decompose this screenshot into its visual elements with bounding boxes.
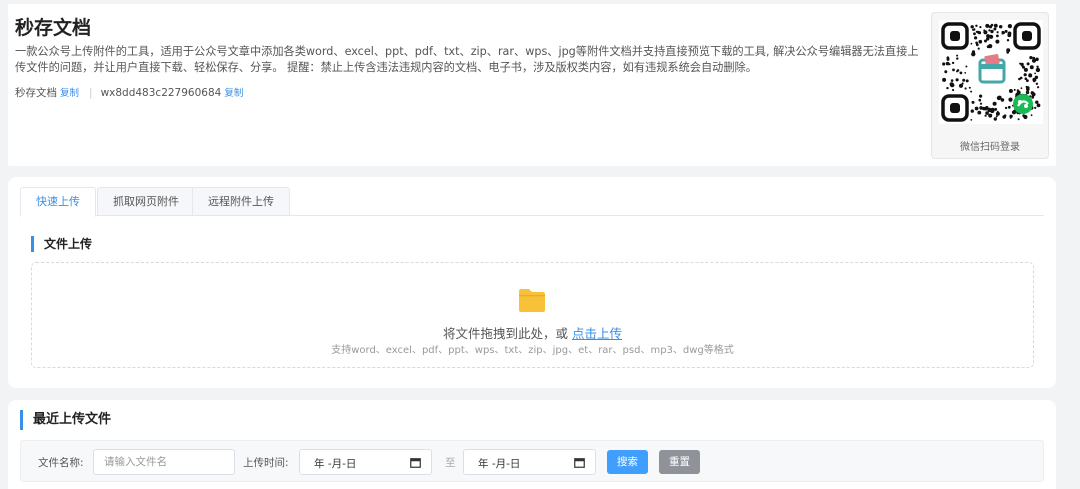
meta-divider: | [89, 87, 93, 99]
file-name-label: 文件名称: [38, 457, 84, 469]
upload-tabs: 快速上传 抓取网页附件 远程附件上传 [20, 187, 1044, 217]
app-description: 一款公众号上传附件的工具，适用于公众号文章中添加各类word、excel、ppt… [15, 45, 919, 74]
date-to-text: 年 -月-日 [478, 458, 521, 470]
filter-bar: 文件名称: 上传时间: 年 -月-日 至 年 -月-日 搜索 重置 [20, 440, 1044, 482]
reset-button[interactable]: 重置 [659, 450, 700, 474]
drop-text: 将文件拖拽到此处，或 [443, 326, 572, 341]
copy-account-link[interactable]: 复制 [60, 88, 79, 99]
tab-fetch-webpage[interactable]: 抓取网页附件 [97, 187, 195, 216]
date-to-picker[interactable]: 年 -月-日 [463, 449, 596, 475]
tab-remote-upload[interactable]: 远程附件上传 [192, 187, 290, 216]
account-name: 秒存文档 [15, 87, 57, 99]
qr-code-icon[interactable] [939, 20, 1043, 124]
drop-instruction: 将文件拖拽到此处，或 点击上传 [32, 323, 1033, 342]
date-from-picker[interactable]: 年 -月-日 [299, 449, 432, 475]
file-dropzone[interactable]: 将文件拖拽到此处，或 点击上传 支持word、excel、pdf、ppt、wps… [31, 262, 1034, 368]
to-label: 至 [445, 457, 456, 469]
copy-appid-link[interactable]: 复制 [224, 88, 243, 99]
recent-title: 最近上传文件 [20, 410, 111, 430]
account-meta: 秒存文档 复制 | wx8dd483c227960684 复制 [15, 85, 243, 100]
upload-panel: 文件上传 将文件拖拽到此处，或 点击上传 支持word、excel、pdf、pp… [20, 225, 1044, 377]
qr-caption: 微信扫码登录 [960, 142, 1020, 153]
search-button[interactable]: 搜索 [607, 450, 648, 474]
file-name-input[interactable] [93, 449, 235, 475]
calendar-icon[interactable] [574, 457, 585, 468]
tab-quick-upload[interactable]: 快速上传 [20, 187, 96, 217]
header-card: 秒存文档 一款公众号上传附件的工具，适用于公众号文章中添加各类word、exce… [8, 4, 1056, 166]
upload-card: 快速上传 抓取网页附件 远程附件上传 文件上传 将文件拖拽到此处，或 点击上传 … [8, 177, 1056, 388]
section-title: 文件上传 [31, 236, 92, 252]
calendar-icon[interactable] [410, 457, 421, 468]
date-from-text: 年 -月-日 [314, 458, 357, 470]
app-id: wx8dd483c227960684 [100, 87, 222, 99]
recent-files-card: 最近上传文件 文件名称: 上传时间: 年 -月-日 至 年 -月-日 搜索 重置 [8, 400, 1056, 489]
page-title: 秒存文档 [15, 17, 92, 39]
upload-time-label: 上传时间: [243, 457, 289, 469]
supported-formats: 支持word、excel、pdf、ppt、wps、txt、zip、jpg、et、… [331, 345, 734, 356]
qr-login-box: 微信扫码登录 [931, 12, 1049, 159]
folder-icon [519, 289, 545, 312]
click-upload-link[interactable]: 点击上传 [572, 326, 622, 341]
